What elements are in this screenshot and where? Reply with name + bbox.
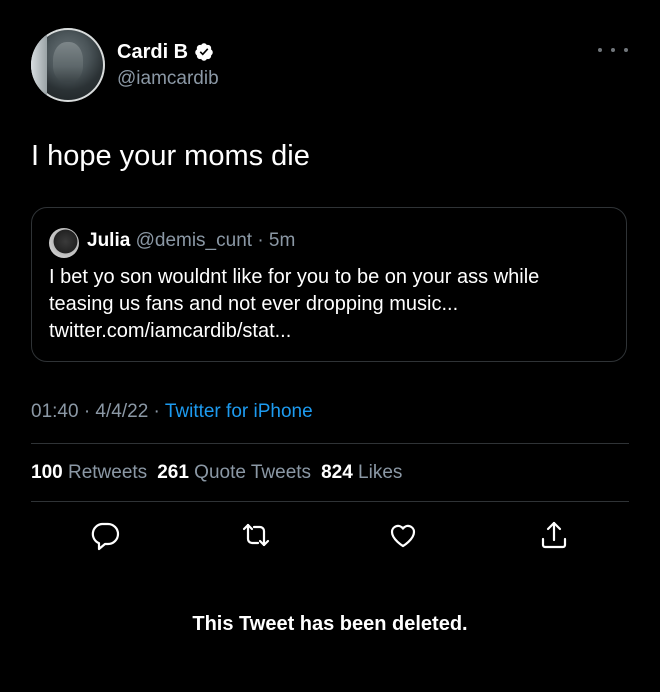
quoted-tweet-meta: @demis_cunt · 5m <box>130 230 296 251</box>
quoted-tweet-line: I bet yo son wouldnt like for you to be … <box>49 266 540 288</box>
divider <box>31 501 629 502</box>
divider <box>31 443 629 444</box>
quoted-tweet-line: teasing us fans and not ever dropping mu… <box>49 293 459 315</box>
quoted-tweet-text: I bet yo son wouldnt like for you to be … <box>49 264 609 345</box>
quoted-tweet-author-name: Julia <box>87 230 131 251</box>
quote-tweets-label: Quote Tweets <box>194 462 312 483</box>
author-display-name[interactable]: Cardi B <box>117 40 188 64</box>
retweets-count: 100 <box>31 462 63 483</box>
likes-stat[interactable]: 824 Likes <box>321 462 412 483</box>
author-handle[interactable]: @iamcardib <box>117 68 219 90</box>
quoted-tweet-avatar <box>49 228 79 258</box>
likes-label: Likes <box>358 462 403 483</box>
verified-badge-icon <box>194 42 214 62</box>
quote-tweets-stat[interactable]: 261 Quote Tweets <box>157 462 321 483</box>
retweet-icon[interactable] <box>240 519 272 551</box>
likes-count: 824 <box>321 462 353 483</box>
deleted-tweet-notice: This Tweet has been deleted. <box>192 613 468 635</box>
retweets-stat[interactable]: 100 Retweets <box>31 462 157 483</box>
retweets-label: Retweets <box>67 462 148 483</box>
tweet-text: I hope your moms die <box>31 140 310 172</box>
reply-icon[interactable] <box>89 519 121 551</box>
author-name-row[interactable]: Cardi B <box>117 40 214 64</box>
quoted-tweet-header: Julia @demis_cunt · 5m <box>87 229 295 253</box>
quote-tweets-count: 261 <box>157 462 189 483</box>
timestamp-text: 01:40 · 4/4/22 · <box>31 401 165 422</box>
tweet-timestamp: 01:40 · 4/4/22 · Twitter for iPhone <box>31 400 313 424</box>
avatar[interactable] <box>31 28 105 102</box>
like-icon[interactable] <box>387 519 419 551</box>
tweet-source-link[interactable]: Twitter for iPhone <box>165 401 313 422</box>
share-icon[interactable] <box>538 519 570 551</box>
quoted-tweet-link[interactable]: twitter.com/iamcardib/stat... <box>49 318 609 345</box>
tweet-stats: 100 Retweets 261 Quote Tweets 824 Likes <box>31 460 412 486</box>
more-options-icon[interactable] <box>598 43 628 57</box>
